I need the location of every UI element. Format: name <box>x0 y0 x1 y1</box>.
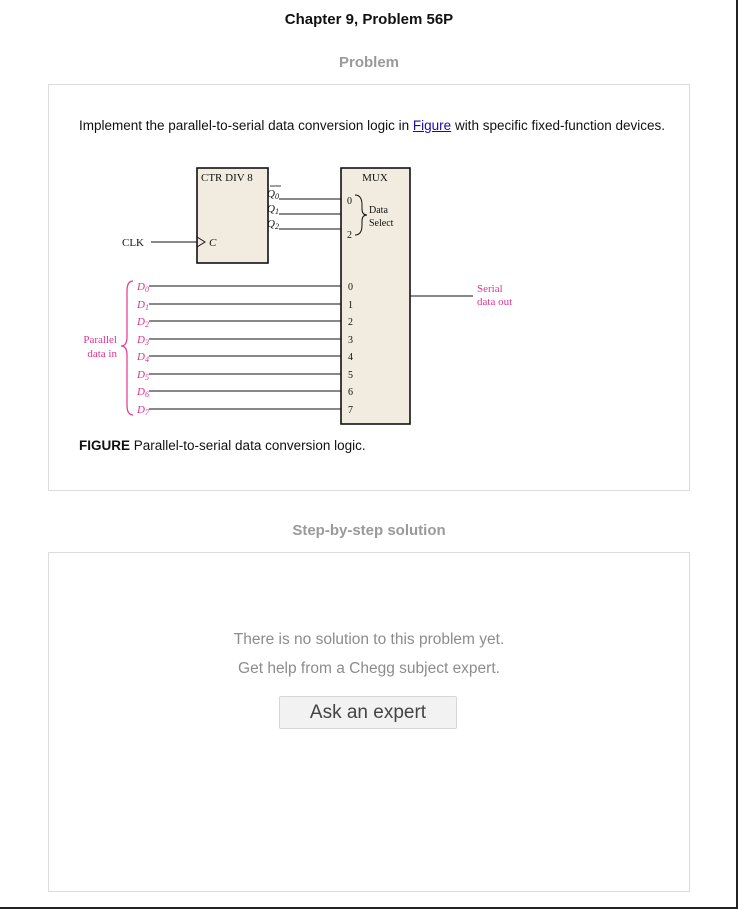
parallel-label-2: data in <box>87 348 117 360</box>
mux-label: MUX <box>362 172 388 184</box>
figure-link[interactable]: Figure <box>413 118 451 133</box>
circuit-diagram: CTR DIV 8 Q0 Q1 Q2 CLK C MUX 0 2 Data Se… <box>83 167 512 425</box>
no-solution-message: There is no solution to this problem yet… <box>233 631 505 648</box>
data-input-d5: D5 <box>136 369 149 382</box>
data-input-d3: D3 <box>136 334 149 347</box>
solution-card: There is no solution to this problem yet… <box>48 552 690 892</box>
data-input-d2: D2 <box>136 316 149 329</box>
mux-input-7: 7 <box>348 405 353 416</box>
data-input-d6: D6 <box>136 386 149 399</box>
chapter-title: Chapter 9, Problem 56P <box>284 11 454 28</box>
mux-input-2: 2 <box>348 317 353 328</box>
problem-card: Implement the parallel-to-serial data co… <box>48 84 690 491</box>
data-input-d4: D4 <box>136 351 149 364</box>
data-input-d0: D0 <box>136 281 149 294</box>
ask-expert-button[interactable]: Ask an expert <box>279 696 457 729</box>
clk-label: CLK <box>122 237 144 249</box>
counter-label: CTR DIV 8 <box>201 172 253 184</box>
mux-input-4: 4 <box>348 352 353 363</box>
caption-label: FIGURE <box>79 438 131 453</box>
parallel-label-1: Parallel <box>83 334 117 346</box>
circuit-figure: CTR DIV 8 Q0 Q1 Q2 CLK C MUX 0 2 Data Se… <box>77 165 527 432</box>
select-index-0: 0 <box>347 196 352 207</box>
mux-input-0: 0 <box>348 282 353 293</box>
get-help-message: Get help from a Chegg subject expert. <box>238 660 500 677</box>
caption-text: Parallel-to-serial data conversion logic… <box>130 438 366 453</box>
mux-input-3: 3 <box>348 335 353 346</box>
mux-input-5: 5 <box>348 370 353 381</box>
solution-heading: Step-by-step solution <box>292 522 446 539</box>
mux-input-6: 6 <box>348 387 353 398</box>
problem-text-end: with specific fixed-function devices. <box>451 118 666 133</box>
counter-output-q0: Q0 <box>267 188 279 201</box>
problem-statement: Implement the parallel-to-serial data co… <box>79 114 669 137</box>
counter-output-q1: Q1 <box>267 203 279 216</box>
mux-input-1: 1 <box>348 300 353 311</box>
counter-output-q2: Q2 <box>267 218 279 231</box>
data-select-label-1: Data <box>369 205 388 216</box>
data-input-d7: D7 <box>136 404 150 417</box>
select-index-2: 2 <box>347 230 352 241</box>
parallel-brace <box>120 280 134 416</box>
data-select-label-2: Select <box>369 218 394 229</box>
problem-heading: Problem <box>338 54 399 71</box>
serial-label-2: data out <box>477 296 512 308</box>
figure-caption: FIGURE Parallel-to-serial data conversio… <box>79 438 366 453</box>
data-input-d1: D1 <box>136 299 149 312</box>
serial-label-1: Serial <box>477 283 503 295</box>
problem-text-start: Implement the parallel-to-serial data co… <box>79 118 413 133</box>
clock-input-label: C <box>209 237 217 249</box>
